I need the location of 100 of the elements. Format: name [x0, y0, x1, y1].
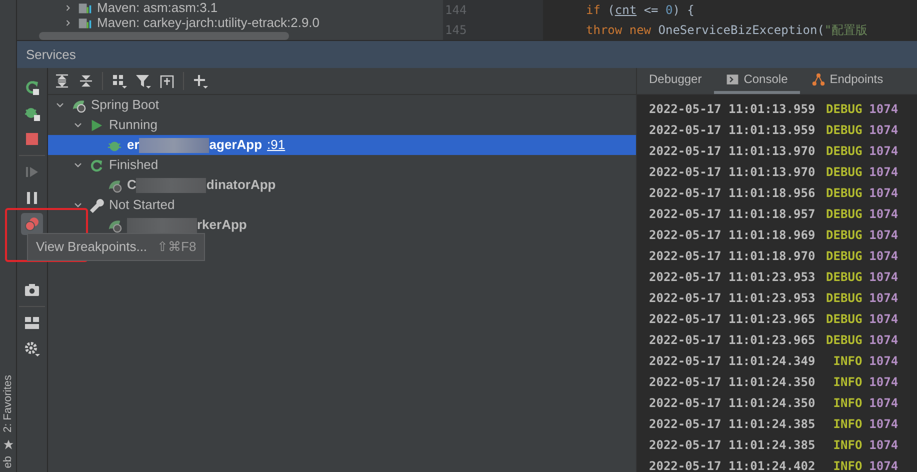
log-timestamp: 2022-05-17 11:01:23.965 [649, 332, 816, 349]
redacted-block [139, 138, 210, 152]
port-link[interactable]: :91 [267, 135, 286, 155]
log-pid: 1074 [869, 374, 898, 391]
log-level: DEBUG [825, 184, 862, 202]
panel-title: Services [17, 40, 917, 68]
log-level: DEBUG [825, 122, 862, 139]
layout-icon [24, 315, 40, 331]
redacted-block [127, 218, 197, 232]
side-tab-label[interactable]: 2: Favorites [0, 375, 16, 433]
tab[interactable]: Console [714, 68, 800, 94]
log-pid: 1074 [869, 268, 898, 286]
log-level: INFO [832, 458, 862, 472]
expand-all-icon[interactable] [54, 73, 70, 89]
log-timestamp: 2022-05-17 11:01:18.969 [649, 226, 816, 244]
log-level: DEBUG [825, 206, 862, 223]
log-timestamp: 2022-05-17 11:01:24.402 [649, 458, 816, 472]
star-icon [2, 438, 14, 450]
library-item[interactable]: Maven: carkey-jarch:utility-etrack:2.9.0 [97, 15, 320, 30]
log-timestamp: 2022-05-17 11:01:24.385 [649, 416, 816, 433]
tab[interactable]: Debugger [637, 68, 714, 94]
log-level: DEBUG [825, 310, 862, 328]
filter-icon[interactable] [135, 73, 151, 89]
log-pid: 1074 [869, 226, 898, 244]
tab[interactable]: Endpoints [800, 68, 896, 94]
new-tab-icon[interactable] [159, 73, 175, 89]
log-pid: 1074 [869, 310, 898, 328]
log-level: DEBUG [825, 164, 862, 181]
log-pid: 1074 [869, 458, 898, 472]
log-level: DEBUG [825, 100, 862, 118]
add-icon[interactable] [192, 73, 208, 89]
tree-item[interactable]: rkerApp [48, 215, 636, 235]
redacted-block [136, 178, 206, 192]
log-timestamp: 2022-05-17 11:01:13.970 [649, 142, 816, 160]
log-level: INFO [832, 416, 862, 433]
code-line: if (cnt <= 0) { [586, 2, 696, 19]
node-label: Finished [109, 156, 158, 174]
shortcut-text: ⇧⌘F8 [157, 238, 196, 256]
log-pid: 1074 [869, 164, 898, 181]
log-level: DEBUG [825, 290, 862, 307]
library-icon [78, 16, 92, 30]
pause-icon [24, 190, 40, 206]
tree-node[interactable]: Spring Boot [48, 95, 636, 115]
log-timestamp: 2022-05-17 11:01:18.970 [649, 248, 816, 265]
log-pid: 1074 [869, 100, 898, 118]
app-name-end: agerApp [209, 136, 262, 154]
log-timestamp: 2022-05-17 11:01:24.350 [649, 374, 816, 391]
leaf-icon [107, 178, 122, 192]
tree-node[interactable]: Running [48, 115, 636, 135]
scrollbar[interactable] [39, 32, 289, 40]
app-name-start: C [127, 176, 136, 194]
collapse-all-icon[interactable] [78, 73, 94, 89]
log-level: DEBUG [825, 142, 862, 160]
log-timestamp: 2022-05-17 11:01:13.959 [649, 100, 816, 118]
log-pid: 1074 [869, 416, 898, 433]
tree-node[interactable]: Not Started [48, 195, 636, 215]
stop-icon [24, 131, 40, 147]
log-level: DEBUG [825, 332, 862, 349]
app-name-end: rkerApp [197, 216, 247, 234]
log-timestamp: 2022-05-17 11:01:18.957 [649, 206, 816, 223]
log-timestamp: 2022-05-17 11:01:24.350 [649, 394, 816, 412]
tree-item[interactable]: C dinatorApp [48, 175, 636, 195]
app-name-end: dinatorApp [206, 176, 276, 194]
log-pid: 1074 [869, 394, 898, 412]
play-icon [89, 118, 104, 132]
log-timestamp: 2022-05-17 11:01:23.953 [649, 268, 816, 286]
rerun-icon [89, 158, 104, 172]
log-timestamp: 2022-05-17 11:01:23.965 [649, 310, 816, 328]
camera-icon [24, 282, 40, 298]
side-tab-label[interactable]: eb [0, 456, 16, 468]
endpoints-icon [812, 72, 825, 86]
log-level: INFO [832, 394, 862, 412]
bug-icon [24, 105, 40, 121]
log-pid: 1074 [869, 332, 898, 349]
wrench-icon [89, 198, 104, 212]
log-pid: 1074 [869, 142, 898, 160]
rerun-icon [24, 79, 40, 95]
node-label: Running [109, 116, 158, 134]
library-item[interactable]: Maven: asm:asm:3.1 [97, 0, 218, 15]
log-pid: 1074 [869, 352, 898, 370]
log-level: DEBUG [825, 268, 862, 286]
tree-item[interactable]: er agerApp :91 [48, 135, 636, 155]
breakpoints-icon [24, 216, 40, 232]
log-timestamp: 2022-05-17 11:01:23.953 [649, 290, 816, 307]
log-timestamp: 2022-05-17 11:01:24.385 [649, 436, 816, 454]
log-pid: 1074 [869, 184, 898, 202]
settings-icon [24, 341, 40, 357]
library-icon [78, 0, 92, 14]
grid-icon[interactable] [111, 73, 127, 89]
log-level: INFO [832, 374, 862, 391]
log-timestamp: 2022-05-17 11:01:13.970 [649, 164, 816, 181]
log-pid: 1074 [869, 248, 898, 265]
tree-node[interactable]: Finished [48, 155, 636, 175]
log-timestamp: 2022-05-17 11:01:24.349 [649, 352, 816, 370]
log-level: DEBUG [825, 248, 862, 265]
log-timestamp: 2022-05-17 11:01:18.956 [649, 184, 816, 202]
log-level: INFO [832, 436, 862, 454]
log-level: DEBUG [825, 226, 862, 244]
code-line: throw new OneServiceBizException("配置版 [586, 22, 868, 39]
log-pid: 1074 [869, 290, 898, 307]
